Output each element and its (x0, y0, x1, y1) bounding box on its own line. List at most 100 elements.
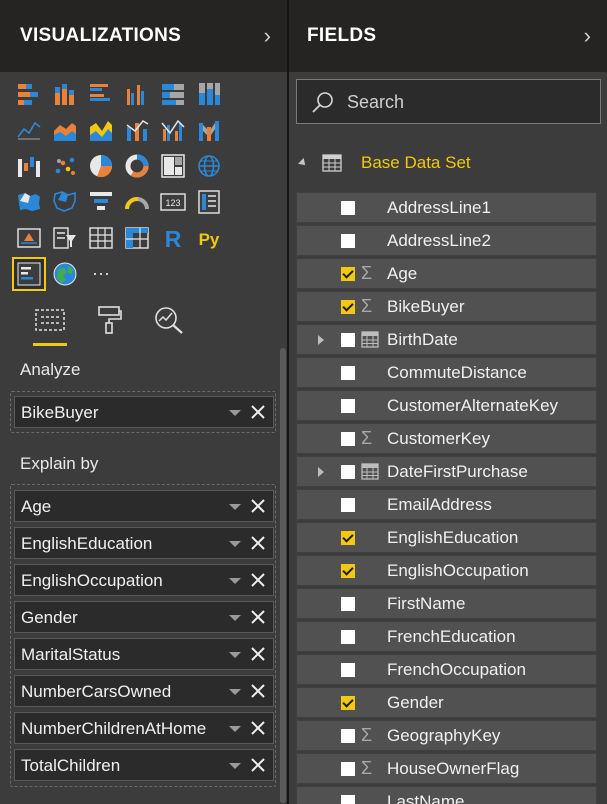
field-row[interactable]: EnglishOccupation (296, 555, 597, 586)
stacked-bar-chart-icon[interactable] (14, 79, 44, 109)
collapse-fields-chevron-icon[interactable]: › (584, 25, 591, 47)
donut-chart-icon[interactable] (122, 151, 152, 181)
collapse-visualizations-chevron-icon[interactable]: › (264, 25, 271, 47)
field-checkbox[interactable] (341, 399, 355, 413)
key-influencers-icon[interactable] (12, 257, 46, 291)
area-chart-icon[interactable] (50, 115, 80, 145)
field-checkbox[interactable] (341, 300, 355, 314)
clustered-bar-chart-icon[interactable] (86, 79, 116, 109)
field-checkbox[interactable] (341, 366, 355, 380)
gauge-icon[interactable] (122, 187, 152, 217)
field-row[interactable]: EnglishEducation (296, 522, 597, 553)
remove-field-close-icon[interactable] (247, 568, 269, 592)
chevron-down-icon[interactable] (229, 689, 241, 695)
stacked-area-chart-icon[interactable] (86, 115, 116, 145)
field-checkbox[interactable] (341, 531, 355, 545)
line-and-stacked-column-chart-icon[interactable] (122, 115, 152, 145)
expand-chevron-right-icon[interactable] (318, 467, 324, 477)
explain-field-pill[interactable]: EnglishEducation (14, 527, 274, 559)
card-icon[interactable]: 123 (158, 187, 188, 217)
kpi-icon[interactable] (14, 223, 44, 253)
field-row[interactable]: Σ HouseOwnerFlag (296, 753, 597, 784)
line-and-clustered-column-chart-icon[interactable] (158, 115, 188, 145)
field-checkbox[interactable] (341, 795, 355, 804)
field-checkbox[interactable] (341, 498, 355, 512)
treemap-icon[interactable] (158, 151, 188, 181)
remove-field-close-icon[interactable] (247, 494, 269, 518)
field-row[interactable]: Gender (296, 687, 597, 718)
field-checkbox[interactable] (341, 729, 355, 743)
field-checkbox[interactable] (341, 696, 355, 710)
explain-field-pill[interactable]: TotalChildren (14, 749, 274, 781)
remove-field-close-icon[interactable] (247, 531, 269, 555)
expand-chevron-right-icon[interactable] (318, 335, 324, 345)
field-row[interactable]: FrenchEducation (296, 621, 597, 652)
field-checkbox[interactable] (341, 663, 355, 677)
remove-field-close-icon[interactable] (247, 605, 269, 629)
field-row[interactable]: AddressLine2 (296, 225, 597, 256)
field-row[interactable]: CommuteDistance (296, 357, 597, 388)
field-row[interactable]: BirthDate (296, 324, 597, 355)
field-row[interactable]: Σ CustomerKey (296, 423, 597, 454)
funnel-icon[interactable] (86, 187, 116, 217)
field-row[interactable]: DateFirstPurchase (296, 456, 597, 487)
field-row[interactable]: AddressLine1 (296, 192, 597, 223)
table-header-base-data-set[interactable]: Base Data Set (289, 148, 607, 178)
analytics-magnifier-icon[interactable] (150, 302, 188, 338)
chevron-down-icon[interactable] (229, 652, 241, 658)
scatter-chart-icon[interactable] (50, 151, 80, 181)
fields-search-box[interactable]: Search (296, 79, 601, 124)
field-checkbox[interactable] (341, 234, 355, 248)
arcgis-map-icon[interactable] (50, 259, 80, 289)
field-checkbox[interactable] (341, 630, 355, 644)
field-row[interactable]: FrenchOccupation (296, 654, 597, 685)
format-paint-roller-icon[interactable] (90, 302, 128, 338)
field-row[interactable]: Σ BikeBuyer (296, 291, 597, 322)
analyze-field-pill[interactable]: BikeBuyer (14, 396, 274, 428)
collapse-caret-icon[interactable] (298, 158, 308, 168)
field-row[interactable]: Σ GeographyKey (296, 720, 597, 751)
100-percent-stacked-bar-chart-icon[interactable] (158, 79, 188, 109)
stacked-column-chart-icon[interactable] (50, 79, 80, 109)
slicer-icon[interactable] (50, 223, 80, 253)
field-checkbox[interactable] (341, 333, 355, 347)
chevron-down-icon[interactable] (229, 615, 241, 621)
field-row[interactable]: LastName (296, 786, 597, 804)
field-checkbox[interactable] (341, 597, 355, 611)
fields-tab-icon[interactable] (31, 302, 69, 346)
python-visual-icon[interactable]: Py (194, 223, 224, 253)
remove-field-close-icon[interactable] (247, 400, 269, 424)
remove-field-close-icon[interactable] (247, 679, 269, 703)
field-checkbox[interactable] (341, 432, 355, 446)
clustered-column-chart-icon[interactable] (122, 79, 152, 109)
remove-field-close-icon[interactable] (247, 753, 269, 777)
field-checkbox[interactable] (341, 267, 355, 281)
field-checkbox[interactable] (341, 564, 355, 578)
field-checkbox[interactable] (341, 465, 355, 479)
field-row[interactable]: Σ Age (296, 258, 597, 289)
pie-chart-icon[interactable] (86, 151, 116, 181)
remove-field-close-icon[interactable] (247, 642, 269, 666)
field-row[interactable]: FirstName (296, 588, 597, 619)
explain-field-pill[interactable]: Gender (14, 601, 274, 633)
multi-row-card-icon[interactable] (194, 187, 224, 217)
chevron-down-icon[interactable] (229, 410, 241, 416)
map-icon[interactable] (194, 151, 224, 181)
explain-field-pill[interactable]: NumberCarsOwned (14, 675, 274, 707)
waterfall-chart-icon[interactable] (14, 151, 44, 181)
field-checkbox[interactable] (341, 201, 355, 215)
remove-field-close-icon[interactable] (247, 716, 269, 740)
field-row[interactable]: EmailAddress (296, 489, 597, 520)
table-icon[interactable] (86, 223, 116, 253)
r-visual-icon[interactable]: R (158, 223, 188, 253)
explain-field-pill[interactable]: MaritalStatus (14, 638, 274, 670)
more-visuals-icon[interactable]: ··· (86, 259, 116, 289)
explain-field-pill[interactable]: Age (14, 490, 274, 522)
chevron-down-icon[interactable] (229, 541, 241, 547)
100-percent-stacked-column-chart-icon[interactable] (194, 79, 224, 109)
ribbon-chart-icon[interactable] (194, 115, 224, 145)
filled-map-icon[interactable] (14, 187, 44, 217)
field-row[interactable]: CustomerAlternateKey (296, 390, 597, 421)
shape-map-icon[interactable] (50, 187, 80, 217)
chevron-down-icon[interactable] (229, 504, 241, 510)
